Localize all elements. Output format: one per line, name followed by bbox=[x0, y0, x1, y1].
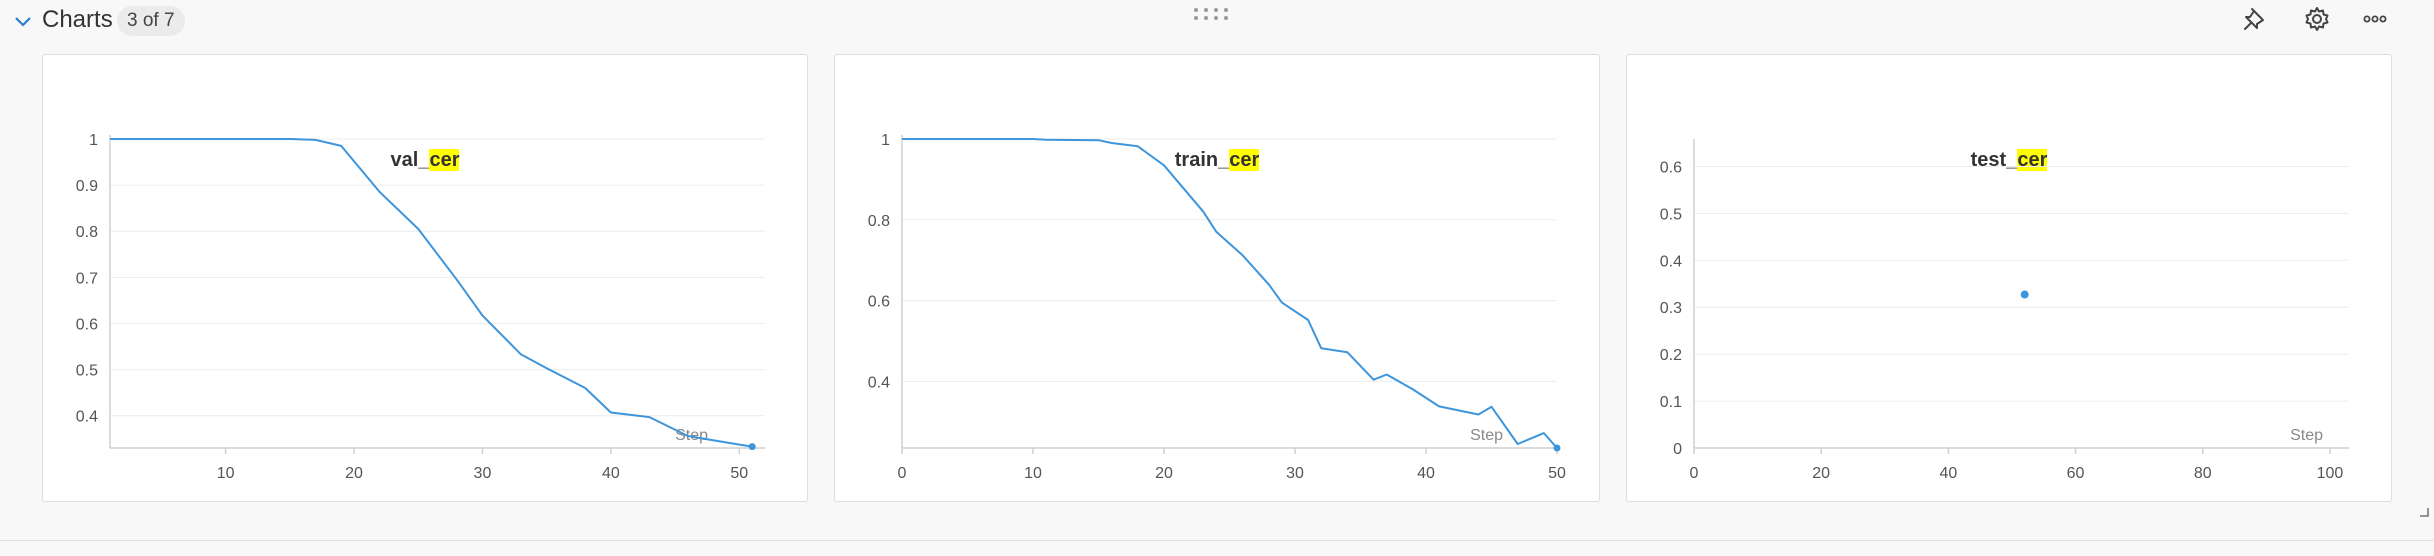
y-tick-label: 0.5 bbox=[1660, 206, 1682, 223]
chart-plot: 0.6 0.5 0.4 0.3 0.2 0.1 00 20 40 60 80 100 Step bbox=[1660, 139, 2349, 482]
x-tick-label: 60 bbox=[2067, 465, 2085, 482]
x-axis-label: Step bbox=[675, 427, 708, 444]
x-tick-label: 30 bbox=[474, 465, 492, 482]
x-axis-label: Step bbox=[1470, 427, 1503, 444]
y-tick-label: 0 bbox=[1673, 441, 1682, 458]
section-header: Charts 3 of 7 bbox=[0, 0, 2434, 40]
y-tick-label: 0.4 bbox=[76, 409, 98, 426]
y-tick-label: 0.4 bbox=[868, 374, 890, 391]
y-tick-label: 1 bbox=[881, 132, 890, 149]
x-tick-label: 30 bbox=[1286, 465, 1304, 482]
x-tick-label: 20 bbox=[1812, 465, 1830, 482]
count-badge: 3 of 7 bbox=[117, 6, 185, 36]
chart-panel-val-cer[interactable]: val_cer 1 0.9 0.8 0.7 0.6 0.5 0.4 10 20 30 40 50 Ste… bbox=[42, 54, 808, 502]
series-line bbox=[902, 138, 1558, 449]
y-tick-label: 0.4 bbox=[1660, 253, 1682, 270]
x-tick-label: 10 bbox=[1024, 465, 1042, 482]
drag-handle-icon[interactable] bbox=[1192, 6, 1232, 22]
y-tick-label: 0.8 bbox=[868, 213, 890, 230]
y-tick-label: 0.8 bbox=[76, 224, 98, 241]
pin-icon[interactable] bbox=[2240, 4, 2270, 34]
x-tick-label: 100 bbox=[2317, 465, 2344, 482]
x-tick-label: 40 bbox=[1417, 465, 1435, 482]
y-tick-label: 0.1 bbox=[1660, 394, 1682, 411]
more-icon[interactable] bbox=[2360, 4, 2390, 34]
x-tick-label: 0 bbox=[898, 465, 907, 482]
x-tick-label: 20 bbox=[1155, 465, 1173, 482]
series-end-point bbox=[748, 443, 756, 451]
resize-handle-icon[interactable] bbox=[2418, 506, 2430, 518]
y-tick-label: 1 bbox=[89, 132, 98, 149]
y-tick-label: 0.6 bbox=[76, 316, 98, 333]
chevron-down-icon[interactable] bbox=[12, 10, 34, 32]
x-axis-label: Step bbox=[2290, 427, 2323, 444]
y-tick-label: 0.6 bbox=[1660, 159, 1682, 176]
y-tick-label: 0.7 bbox=[76, 270, 98, 287]
x-tick-label: 40 bbox=[1939, 465, 1957, 482]
section-divider bbox=[0, 540, 2434, 541]
chart-panel-test-cer[interactable]: test_cer 0.6 0.5 0.4 0.3 0.2 0.1 0 0 20 40 60 80 100… bbox=[1626, 54, 2392, 502]
y-tick-label: 0.6 bbox=[868, 294, 890, 311]
y-tick-label: 0.3 bbox=[1660, 300, 1682, 317]
x-tick-label: 50 bbox=[730, 465, 748, 482]
x-tick-label: 0 bbox=[1690, 465, 1699, 482]
x-tick-label: 10 bbox=[217, 465, 235, 482]
x-tick-label: 20 bbox=[345, 465, 363, 482]
data-point bbox=[2020, 290, 2029, 299]
x-tick-label: 40 bbox=[602, 465, 620, 482]
chart-plot: 1 0.9 0.8 0.7 0.6 0.5 0.4 10 20 30 40 50 Step bbox=[76, 132, 765, 482]
y-tick-label: 0.9 bbox=[76, 178, 98, 195]
series-end-point bbox=[1553, 444, 1561, 452]
section-title[interactable]: Charts bbox=[42, 6, 113, 34]
y-tick-label: 0.5 bbox=[76, 363, 98, 380]
chart-panel-train-cer[interactable]: train_cer 1 0.8 0.6 0.4 0 10 20 30 40 50 Step bbox=[834, 54, 1600, 502]
y-tick-label: 0.2 bbox=[1660, 347, 1682, 364]
chart-plot: 1 0.8 0.6 0.4 0 10 20 30 40 50 Step bbox=[868, 132, 1566, 482]
x-tick-label: 50 bbox=[1548, 465, 1566, 482]
gear-icon[interactable] bbox=[2302, 4, 2332, 34]
x-tick-label: 80 bbox=[2194, 465, 2212, 482]
